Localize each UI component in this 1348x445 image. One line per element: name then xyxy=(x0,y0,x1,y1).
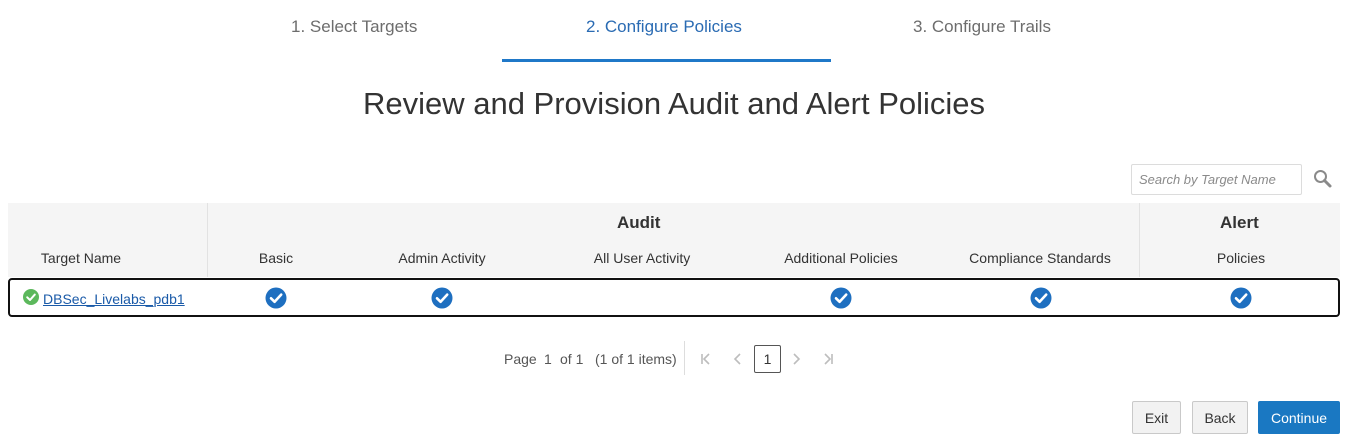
target-name-link[interactable]: DBSec_Livelabs_pdb1 xyxy=(43,291,185,307)
page-title: Review and Provision Audit and Alert Pol… xyxy=(362,86,986,121)
next-page-icon[interactable] xyxy=(787,350,805,368)
current-page-button[interactable]: 1 xyxy=(754,345,781,373)
first-page-icon[interactable] xyxy=(697,350,715,368)
column-divider xyxy=(1139,203,1140,277)
step-configure-trails[interactable]: 3. Configure Trails xyxy=(913,17,1051,37)
basic-check-icon xyxy=(265,287,287,309)
back-button[interactable]: Back xyxy=(1192,401,1248,434)
search-input[interactable] xyxy=(1131,164,1302,195)
table-row[interactable]: DBSec_Livelabs_pdb1 xyxy=(8,278,1340,317)
exit-button[interactable]: Exit xyxy=(1132,401,1181,434)
active-step-indicator xyxy=(502,59,831,62)
column-header-compliance-standards[interactable]: Compliance Standards xyxy=(969,250,1111,266)
column-header-alert-policies[interactable]: Policies xyxy=(1217,250,1265,266)
column-header-admin-activity[interactable]: Admin Activity xyxy=(398,250,485,266)
column-divider xyxy=(207,203,208,277)
table-header: Audit Alert Target Name Basic Admin Acti… xyxy=(8,203,1340,277)
alert-group-header: Alert xyxy=(1220,213,1259,232)
column-header-target-name[interactable]: Target Name xyxy=(41,250,121,266)
admin-activity-check-icon xyxy=(431,287,453,309)
all-user-activity-check-icon xyxy=(631,287,653,309)
pager-page-count: of 1 xyxy=(560,351,584,367)
success-status-icon xyxy=(23,289,39,305)
continue-button[interactable]: Continue xyxy=(1258,401,1340,434)
search-icon[interactable] xyxy=(1312,168,1334,190)
pager-page-number: 1 xyxy=(544,351,552,367)
column-header-basic[interactable]: Basic xyxy=(259,250,293,266)
pager-divider xyxy=(684,341,685,375)
wizard-steps: 1. Select Targets 2. Configure Policies … xyxy=(0,0,1348,62)
last-page-icon[interactable] xyxy=(819,350,837,368)
step-configure-policies[interactable]: 2. Configure Policies xyxy=(586,17,742,37)
column-header-additional-policies[interactable]: Additional Policies xyxy=(784,250,898,266)
pager-page-label: Page xyxy=(504,351,537,367)
column-header-all-user-activity[interactable]: All User Activity xyxy=(594,250,690,266)
compliance-standards-check-icon xyxy=(1030,287,1052,309)
alert-policies-check-icon xyxy=(1230,287,1252,309)
step-select-targets[interactable]: 1. Select Targets xyxy=(291,17,417,37)
additional-policies-check-icon xyxy=(830,287,852,309)
audit-group-header: Audit xyxy=(617,213,661,232)
previous-page-icon[interactable] xyxy=(729,350,747,368)
pager-items-summary: (1 of 1 items) xyxy=(595,351,677,367)
